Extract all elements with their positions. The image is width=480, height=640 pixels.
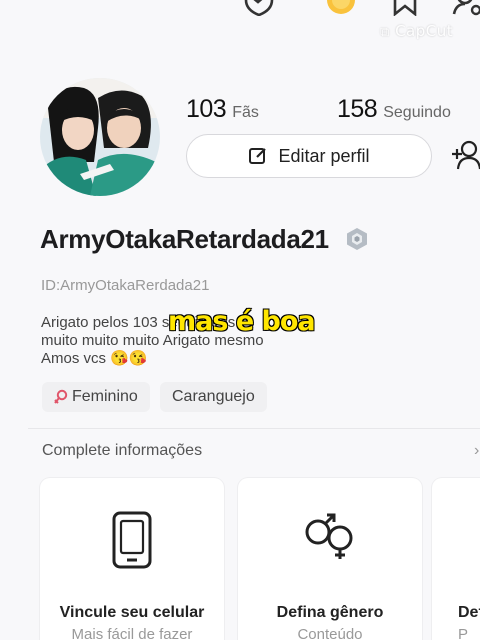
card-subtitle: P bbox=[458, 626, 469, 640]
profile-page: ⧉ CapCut 103 Fãs 158 Seguindo Editar per… bbox=[0, 0, 480, 640]
edit-profile-button[interactable]: Editar perfil bbox=[186, 134, 432, 178]
zodiac-tag-label: Caranguejo bbox=[172, 388, 255, 405]
coin-icon[interactable] bbox=[324, 0, 358, 16]
card-subtitle: Mais fácil de fazer bbox=[71, 626, 193, 640]
partial-card[interactable]: Def P bbox=[432, 478, 480, 640]
add-friend-icon[interactable] bbox=[450, 140, 480, 170]
following-count: 158 bbox=[337, 95, 378, 123]
chevron-right-icon[interactable]: › bbox=[474, 442, 479, 460]
bookmark-icon[interactable] bbox=[390, 0, 420, 16]
fans-label: Fãs bbox=[232, 104, 259, 121]
link-phone-card[interactable]: Vincule seu celular Mais fácil de fazer bbox=[40, 478, 224, 640]
zodiac-tag[interactable]: Caranguejo bbox=[160, 382, 267, 412]
set-gender-card[interactable]: Defina gênero Conteúdo bbox=[238, 478, 422, 640]
card-title: Def bbox=[458, 604, 480, 621]
gender-icon bbox=[305, 513, 353, 559]
video-caption-overlay: mas é boa bbox=[167, 305, 316, 337]
card-title: Defina gênero bbox=[276, 604, 384, 621]
verification-badge-icon[interactable] bbox=[346, 227, 368, 251]
card-subtitle: Conteúdo bbox=[297, 626, 363, 640]
phone-icon bbox=[112, 511, 152, 569]
capcut-watermark: ⧉ CapCut bbox=[380, 22, 454, 40]
user-id[interactable]: ID:ArmyOtakaRerdada21 bbox=[41, 277, 209, 294]
divider bbox=[28, 428, 480, 429]
avatar[interactable] bbox=[40, 78, 160, 196]
fans-count: 103 bbox=[186, 95, 227, 123]
edit-icon bbox=[249, 148, 267, 164]
user-settings-icon[interactable] bbox=[452, 0, 480, 16]
gender-tag-label: Feminino bbox=[72, 388, 138, 405]
complete-info-title: Complete informações bbox=[42, 442, 203, 459]
username: ArmyOtakaRetardada21 bbox=[40, 224, 329, 254]
gender-tag[interactable]: Feminino bbox=[42, 382, 150, 412]
bio-line: Amos vcs 😘😘 bbox=[41, 350, 148, 367]
following-label: Seguindo bbox=[383, 104, 451, 121]
fans-stat[interactable]: 103 Fãs bbox=[186, 95, 259, 124]
following-stat[interactable]: 158 Seguindo bbox=[337, 95, 451, 124]
card-title: Vincule seu celular bbox=[59, 604, 205, 621]
avatar-image bbox=[40, 78, 160, 196]
female-icon bbox=[54, 389, 68, 404]
edit-profile-label: Editar perfil bbox=[278, 145, 370, 166]
shield-icon[interactable] bbox=[242, 0, 276, 16]
